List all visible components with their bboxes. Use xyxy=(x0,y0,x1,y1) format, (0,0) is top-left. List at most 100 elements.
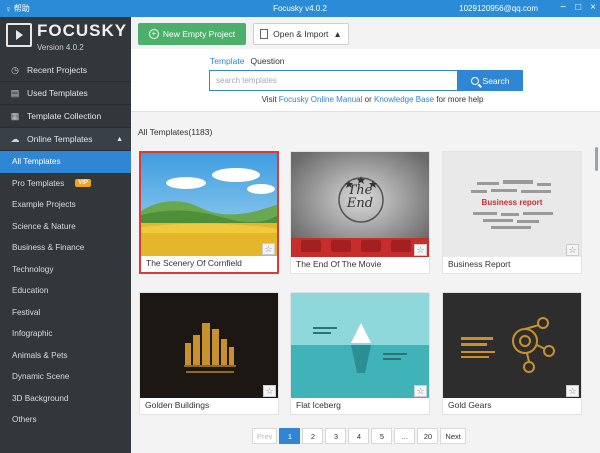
sidebar-item-used-templates[interactable]: ▤ Used Templates xyxy=(0,82,131,105)
sidebar-item-others[interactable]: Others xyxy=(0,409,131,431)
scrollbar-thumb[interactable] xyxy=(595,147,598,171)
search-button-label: Search xyxy=(482,75,510,86)
sidebar-item-label: Others xyxy=(12,415,37,425)
favorite-star-icon[interactable]: ☆ xyxy=(414,385,427,397)
sidebar-item-technology[interactable]: Technology xyxy=(0,259,131,281)
search-icon xyxy=(470,76,479,85)
page-button-2[interactable]: 2 xyxy=(302,428,324,444)
page-ellipsis: ... xyxy=(394,428,416,444)
template-title: The Scenery Of Cornfield xyxy=(146,258,242,268)
open-import-label: Open & Import xyxy=(273,29,329,39)
help-menu[interactable]: ♀ 帮助 xyxy=(0,3,140,14)
open-import-button[interactable]: Open & Import ▲ xyxy=(253,23,349,45)
sidebar-item-label: 3D Background xyxy=(12,393,69,403)
template-card-flat-iceberg[interactable]: ☆ Flat Iceberg xyxy=(290,292,430,415)
account-email[interactable]: 1029120956@qq.com xyxy=(459,4,538,13)
close-button[interactable]: × xyxy=(590,1,596,15)
help-line: Visit Focusky Online Manual or Knowledge… xyxy=(131,95,600,104)
sidebar-item-label: Pro Templates xyxy=(12,178,65,188)
template-title: Flat Iceberg xyxy=(296,400,341,410)
template-thumbnail xyxy=(443,293,581,398)
template-card-cornfield[interactable]: ☆ The Scenery Of Cornfield xyxy=(139,151,279,274)
help-icon: ♀ xyxy=(5,3,12,14)
help-label: 帮助 xyxy=(13,4,30,13)
document-icon xyxy=(260,29,269,39)
sidebar-item-label: Science & Nature xyxy=(12,221,76,231)
sidebar-item-label: Education xyxy=(12,286,49,296)
sidebar-item-online-templates[interactable]: ☁ Online Templates ▲ xyxy=(0,128,131,151)
tab-template[interactable]: Template xyxy=(210,56,245,66)
tab-question[interactable]: Question xyxy=(251,56,285,66)
sidebar-item-animals-pets[interactable]: Animals & Pets xyxy=(0,345,131,367)
focusky-logo-icon xyxy=(6,23,32,47)
template-card-business-report[interactable]: Business report ☆ Business Report xyxy=(442,151,582,274)
favorite-star-icon[interactable]: ☆ xyxy=(566,244,579,256)
template-card-end-of-movie[interactable]: The End ☆ The End Of The Movie xyxy=(290,151,430,274)
sidebar-item-business-finance[interactable]: Business & Finance xyxy=(0,237,131,259)
sidebar-item-recent-projects[interactable]: ◷ Recent Projects xyxy=(0,59,131,82)
sidebar-item-all-templates[interactable]: All Templates xyxy=(0,151,131,173)
template-thumbnail: Business report xyxy=(443,152,581,257)
maximize-button[interactable]: □ xyxy=(575,1,581,15)
sidebar-item-pro-templates[interactable]: Pro Templates VIP xyxy=(0,173,131,195)
sidebar-item-label: All Templates xyxy=(12,157,61,167)
bookmark-icon: ▦ xyxy=(10,110,20,121)
template-thumbnail xyxy=(291,293,429,398)
template-title: Business Report xyxy=(448,259,511,269)
sidebar-item-label: Dynamic Scene xyxy=(12,372,70,382)
favorite-star-icon[interactable]: ☆ xyxy=(262,243,275,255)
clock-icon: ◷ xyxy=(11,64,19,75)
template-gallery: All Templates(1183) ☆ The Scenery Of Cor… xyxy=(131,113,600,453)
favorite-star-icon[interactable]: ☆ xyxy=(263,385,276,397)
sidebar-item-infographic[interactable]: Infographic xyxy=(0,323,131,345)
template-title: Gold Gears xyxy=(448,400,492,410)
pagination: Prev 1 2 3 4 5 ... 20 Next xyxy=(252,428,466,444)
search-input[interactable] xyxy=(209,70,458,91)
sidebar-item-label: Online Templates xyxy=(27,134,93,144)
template-title: Golden Buildings xyxy=(145,400,210,410)
sidebar-item-template-collection[interactable]: ▦ Template Collection xyxy=(0,105,131,128)
sidebar-item-label: Example Projects xyxy=(12,200,76,210)
caret-up-icon: ▲ xyxy=(116,135,123,143)
template-card-gold-gears[interactable]: ☆ Gold Gears xyxy=(442,292,582,415)
template-card-golden-buildings[interactable]: ☆ Golden Buildings xyxy=(139,292,279,415)
app-logo: FOCUSKY Version 4.0.2 xyxy=(0,17,131,59)
toolbar: + New Empty Project Open & Import ▲ xyxy=(131,17,600,49)
template-count: All Templates(1183) xyxy=(138,127,213,137)
template-thumbnail xyxy=(140,293,278,398)
next-page-button[interactable]: Next xyxy=(440,428,466,444)
sidebar-item-3d-background[interactable]: 3D Background xyxy=(0,388,131,410)
sidebar-item-education[interactable]: Education xyxy=(0,280,131,302)
page-button-1[interactable]: 1 xyxy=(279,428,301,444)
new-empty-project-button[interactable]: + New Empty Project xyxy=(138,23,246,45)
page-button-4[interactable]: 4 xyxy=(348,428,370,444)
page-button-3[interactable]: 3 xyxy=(325,428,347,444)
sidebar-item-science-nature[interactable]: Science & Nature xyxy=(0,216,131,238)
sidebar-item-festival[interactable]: Festival xyxy=(0,302,131,324)
search-button[interactable]: Search xyxy=(457,70,523,91)
help-suffix: for more help xyxy=(436,95,484,104)
help-prefix: Visit xyxy=(261,95,277,104)
sidebar-item-label: Used Templates xyxy=(27,88,88,98)
page-button-20[interactable]: 20 xyxy=(417,428,439,444)
vip-badge: VIP xyxy=(75,179,91,188)
prev-page-button[interactable]: Prev xyxy=(252,428,278,444)
sidebar-item-example-projects[interactable]: Example Projects xyxy=(0,194,131,216)
template-title: The End Of The Movie xyxy=(296,259,382,269)
cloud-icon: ☁ xyxy=(10,133,20,144)
sidebar-item-dynamic-scene[interactable]: Dynamic Scene xyxy=(0,366,131,388)
template-thumbnail: The End xyxy=(291,152,429,257)
title-bar: ♀ 帮助 Focusky v4.0.2 1029120956@qq.com − … xyxy=(0,0,600,17)
sidebar-item-label: Recent Projects xyxy=(27,65,87,75)
knowledge-base-link[interactable]: Knowledge Base xyxy=(374,95,434,104)
sidebar-item-label: Infographic xyxy=(12,329,53,339)
sidebar-item-label: Business & Finance xyxy=(12,243,85,253)
favorite-star-icon[interactable]: ☆ xyxy=(414,244,427,256)
minimize-button[interactable]: − xyxy=(560,1,566,15)
template-thumbnail xyxy=(141,153,277,256)
page-button-5[interactable]: 5 xyxy=(371,428,393,444)
favorite-star-icon[interactable]: ☆ xyxy=(566,385,579,397)
help-or: or xyxy=(364,95,372,104)
caret-up-icon: ▲ xyxy=(333,29,342,39)
online-manual-link[interactable]: Focusky Online Manual xyxy=(279,95,363,104)
